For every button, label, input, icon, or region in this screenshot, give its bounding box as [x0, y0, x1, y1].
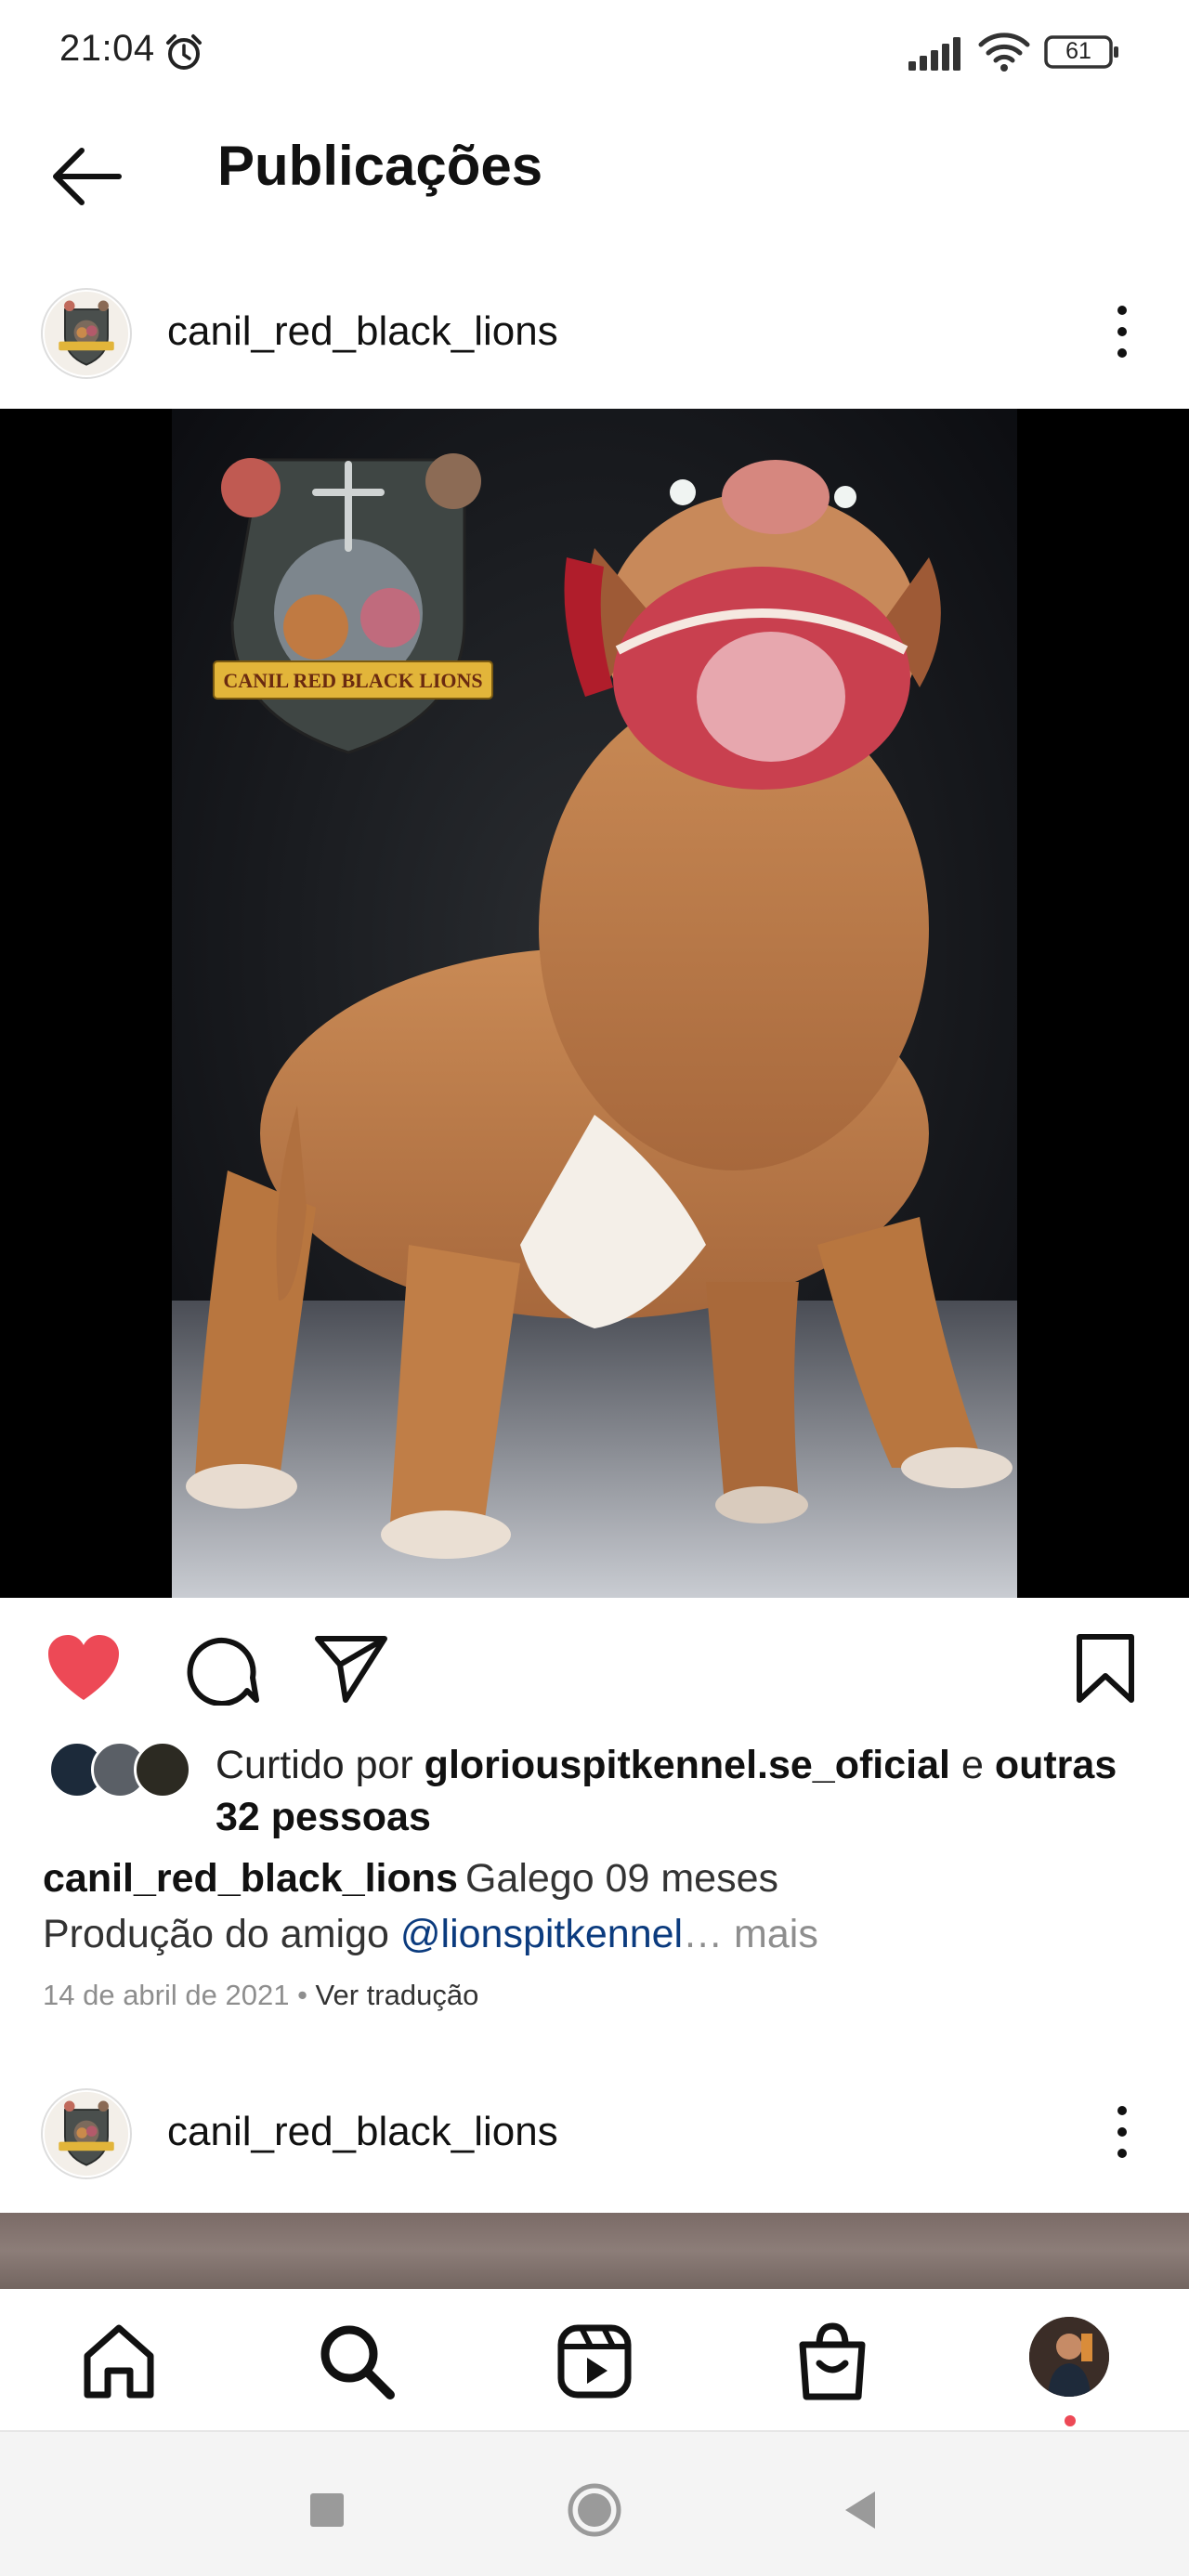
heart-filled-icon[interactable] [45, 1631, 123, 1706]
status-bar: 21:04 61 [0, 0, 1189, 102]
likes-text[interactable]: Curtido por gloriouspitkennel.se_oficial… [216, 1739, 1154, 1843]
more-options-icon[interactable] [1104, 2099, 1141, 2164]
avatar[interactable] [41, 288, 132, 379]
shop-icon[interactable] [788, 2317, 877, 2406]
recents-button[interactable] [299, 2482, 355, 2538]
dog-photo: CANIL RED BLACK LIONS [172, 409, 1017, 1598]
profile-avatar[interactable] [1029, 2317, 1109, 2397]
app-header: Publicações [0, 102, 1189, 242]
post-photo[interactable]: CANIL RED BLACK LIONS [0, 409, 1189, 1598]
next-post-username[interactable]: canil_red_black_lions [167, 2109, 558, 2155]
post-header: canil_red_black_lions [0, 260, 1189, 399]
next-post-header: canil_red_black_lions [0, 2060, 1189, 2200]
avatar[interactable] [41, 2088, 132, 2179]
home-button[interactable] [567, 2482, 622, 2538]
meta-separator: • [297, 1979, 307, 2011]
alarm-icon [166, 34, 202, 70]
system-nav [0, 2432, 1189, 2576]
post-date: 14 de abril de 2021 [43, 1979, 290, 2011]
caption-mention[interactable]: @lionspitkennel [400, 1912, 683, 1956]
liked-by-username[interactable]: gloriouspitkennel.se_oficial [425, 1743, 950, 1787]
post-caption: canil_red_black_lions Galego 09 meses Pro… [43, 1850, 1157, 1962]
arrow-left-icon[interactable] [45, 139, 126, 214]
see-translation-link[interactable]: Ver tradução [316, 1979, 479, 2011]
search-icon[interactable] [312, 2317, 401, 2406]
caption-ellipsis: … [683, 1912, 724, 1956]
liker-avatar [134, 1741, 191, 1798]
liker-avatars [48, 1741, 197, 1802]
next-post-photo[interactable] [0, 2213, 1189, 2289]
bookmark-icon[interactable] [1066, 1631, 1144, 1706]
signal-icon [908, 37, 960, 71]
notification-dot [1065, 2415, 1076, 2426]
more-options-icon[interactable] [1104, 299, 1141, 364]
logo-text: CANIL RED BLACK LIONS [223, 669, 482, 692]
likes-row: Curtido por gloriouspitkennel.se_oficial… [0, 1733, 1189, 1845]
caption-line2: Produção do amigo [43, 1912, 389, 1956]
home-icon[interactable] [74, 2317, 163, 2406]
wifi-icon [978, 33, 1030, 72]
bottom-nav [0, 2289, 1189, 2432]
post-meta: 14 de abril de 2021 • Ver tradução [43, 1979, 478, 2012]
battery-level: 61 [1065, 38, 1091, 64]
comment-icon[interactable] [182, 1631, 260, 1706]
caption-line1: Galego 09 meses [464, 1856, 778, 1901]
caption-username[interactable]: canil_red_black_lions [43, 1856, 458, 1901]
status-time: 21:04 [59, 28, 155, 69]
post-username[interactable]: canil_red_black_lions [167, 308, 558, 355]
share-icon[interactable] [312, 1631, 390, 1706]
caption-more-link[interactable]: mais [734, 1912, 818, 1956]
back-button[interactable] [834, 2482, 890, 2538]
reels-icon[interactable] [550, 2317, 639, 2406]
page-title: Publicações [217, 135, 543, 197]
post-actions [0, 1598, 1189, 1737]
